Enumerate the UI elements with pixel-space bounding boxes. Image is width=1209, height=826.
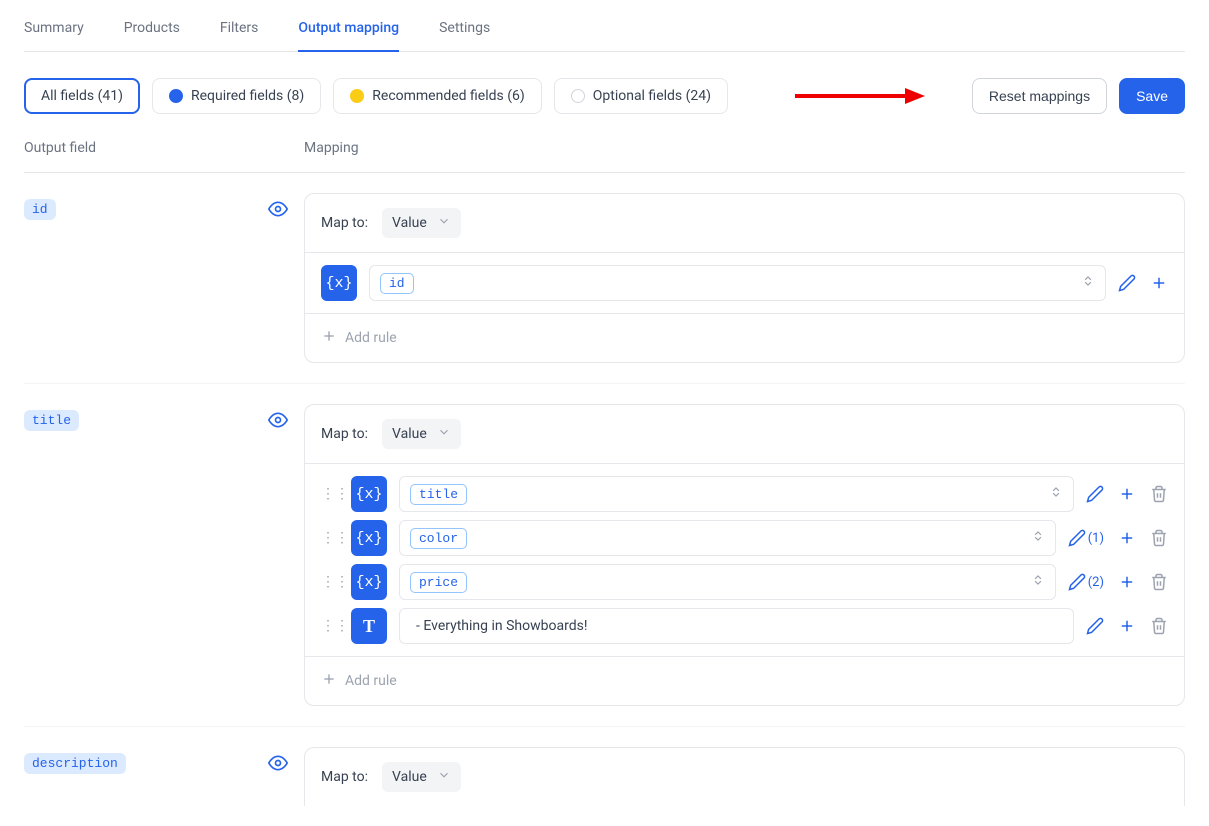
edit-rule-icon[interactable] bbox=[1118, 274, 1136, 292]
edit-rule-icon[interactable]: (1) bbox=[1068, 529, 1104, 547]
field-tag-id: id bbox=[24, 199, 56, 220]
rule-row: ⋮⋮ {x} price (2) bbox=[321, 564, 1168, 600]
main-tabs: Summary Products Filters Output mapping … bbox=[24, 0, 1185, 52]
variable-type-icon: {x} bbox=[321, 265, 357, 301]
filter-required-label: Required fields (8) bbox=[191, 88, 304, 104]
dot-icon-blue bbox=[169, 89, 183, 103]
filter-optional-fields[interactable]: Optional fields (24) bbox=[554, 78, 728, 114]
add-rule-icon[interactable] bbox=[1150, 274, 1168, 292]
save-button[interactable]: Save bbox=[1119, 78, 1185, 114]
map-to-label: Map to: bbox=[321, 769, 368, 785]
variable-type-icon: {x} bbox=[351, 564, 387, 600]
rule-value-input[interactable]: title bbox=[399, 476, 1074, 512]
chevron-down-icon bbox=[437, 425, 451, 443]
edit-rule-icon[interactable]: (2) bbox=[1068, 573, 1104, 591]
edit-count: (1) bbox=[1088, 531, 1104, 546]
field-tag-title: title bbox=[24, 410, 79, 431]
rule-value-input[interactable]: id bbox=[369, 265, 1106, 301]
variable-type-icon: {x} bbox=[351, 476, 387, 512]
rule-value-input[interactable]: - Everything in Showboards! bbox=[399, 608, 1074, 644]
sort-icon[interactable] bbox=[1031, 529, 1045, 547]
plus-icon bbox=[321, 671, 337, 691]
add-rule-icon[interactable] bbox=[1118, 529, 1136, 547]
add-rule-label: Add rule bbox=[345, 330, 397, 346]
dot-icon-white bbox=[571, 89, 585, 103]
field-row-id: id Map to: Value {x} id bbox=[24, 173, 1185, 384]
map-to-value: Value bbox=[392, 215, 427, 231]
add-rule-button[interactable]: Add rule bbox=[321, 328, 397, 348]
variable-chip: color bbox=[410, 528, 467, 549]
rule-value-input[interactable]: color bbox=[399, 520, 1056, 556]
drag-handle-icon[interactable]: ⋮⋮ bbox=[321, 530, 339, 546]
filter-recommended-fields[interactable]: Recommended fields (6) bbox=[333, 78, 541, 114]
edit-rule-icon[interactable] bbox=[1086, 617, 1104, 635]
map-to-select[interactable]: Value bbox=[382, 762, 461, 792]
delete-rule-icon[interactable] bbox=[1150, 617, 1168, 635]
map-to-value: Value bbox=[392, 769, 427, 785]
controls-row: All fields (41) Required fields (8) Reco… bbox=[24, 52, 1185, 140]
map-to-label: Map to: bbox=[321, 215, 368, 231]
edit-rule-icon[interactable] bbox=[1086, 485, 1104, 503]
visibility-toggle-icon[interactable] bbox=[268, 753, 288, 773]
visibility-toggle-icon[interactable] bbox=[268, 199, 288, 219]
drag-handle-icon[interactable]: ⋮⋮ bbox=[321, 574, 339, 590]
rule-row: ⋮⋮ T - Everything in Showboards! bbox=[321, 608, 1168, 644]
add-rule-button[interactable]: Add rule bbox=[321, 671, 397, 691]
chevron-down-icon bbox=[437, 768, 451, 786]
mapping-card-id: Map to: Value {x} id bbox=[304, 193, 1185, 363]
field-row-title: title Map to: Value ⋮⋮ {x} title bbox=[24, 384, 1185, 727]
filter-optional-label: Optional fields (24) bbox=[593, 88, 711, 104]
variable-chip: price bbox=[410, 572, 467, 593]
variable-chip: id bbox=[380, 273, 414, 294]
annotation-arrow-icon bbox=[795, 86, 925, 106]
add-rule-label: Add rule bbox=[345, 673, 397, 689]
tab-settings[interactable]: Settings bbox=[439, 20, 490, 52]
delete-rule-icon[interactable] bbox=[1150, 529, 1168, 547]
rule-row: {x} id bbox=[321, 265, 1168, 301]
col-mapping: Mapping bbox=[304, 140, 1185, 156]
sort-icon[interactable] bbox=[1049, 485, 1063, 503]
text-value: - Everything in Showboards! bbox=[410, 618, 587, 634]
tab-summary[interactable]: Summary bbox=[24, 20, 84, 52]
tab-output-mapping[interactable]: Output mapping bbox=[298, 20, 399, 52]
table-header: Output field Mapping bbox=[24, 140, 1185, 173]
variable-type-icon: {x} bbox=[351, 520, 387, 556]
add-rule-icon[interactable] bbox=[1118, 485, 1136, 503]
delete-rule-icon[interactable] bbox=[1150, 573, 1168, 591]
tab-products[interactable]: Products bbox=[124, 20, 180, 52]
filter-required-fields[interactable]: Required fields (8) bbox=[152, 78, 321, 114]
col-output-field: Output field bbox=[24, 140, 304, 156]
rule-row: ⋮⋮ {x} color (1) bbox=[321, 520, 1168, 556]
edit-count: (2) bbox=[1088, 575, 1104, 590]
map-to-value: Value bbox=[392, 426, 427, 442]
sort-icon[interactable] bbox=[1081, 274, 1095, 292]
drag-handle-icon[interactable]: ⋮⋮ bbox=[321, 618, 339, 634]
plus-icon bbox=[321, 328, 337, 348]
field-row-description: description Map to: Value bbox=[24, 727, 1185, 826]
map-to-select[interactable]: Value bbox=[382, 419, 461, 449]
variable-chip: title bbox=[410, 484, 467, 505]
text-type-icon: T bbox=[351, 608, 387, 644]
field-tag-description: description bbox=[24, 753, 126, 774]
map-to-label: Map to: bbox=[321, 426, 368, 442]
dot-icon-yellow bbox=[350, 89, 364, 103]
filter-all-label: All fields (41) bbox=[41, 88, 123, 104]
rule-row: ⋮⋮ {x} title bbox=[321, 476, 1168, 512]
mapping-card-description: Map to: Value bbox=[304, 747, 1185, 806]
visibility-toggle-icon[interactable] bbox=[268, 410, 288, 430]
sort-icon[interactable] bbox=[1031, 573, 1045, 591]
filter-all-fields[interactable]: All fields (41) bbox=[24, 78, 140, 114]
rule-value-input[interactable]: price bbox=[399, 564, 1056, 600]
filter-recommended-label: Recommended fields (6) bbox=[372, 88, 524, 104]
reset-mappings-button[interactable]: Reset mappings bbox=[972, 78, 1107, 114]
chevron-down-icon bbox=[437, 214, 451, 232]
mapping-card-title: Map to: Value ⋮⋮ {x} title bbox=[304, 404, 1185, 706]
tab-filters[interactable]: Filters bbox=[220, 20, 259, 52]
drag-handle-icon[interactable]: ⋮⋮ bbox=[321, 486, 339, 502]
map-to-select[interactable]: Value bbox=[382, 208, 461, 238]
add-rule-icon[interactable] bbox=[1118, 573, 1136, 591]
delete-rule-icon[interactable] bbox=[1150, 485, 1168, 503]
add-rule-icon[interactable] bbox=[1118, 617, 1136, 635]
